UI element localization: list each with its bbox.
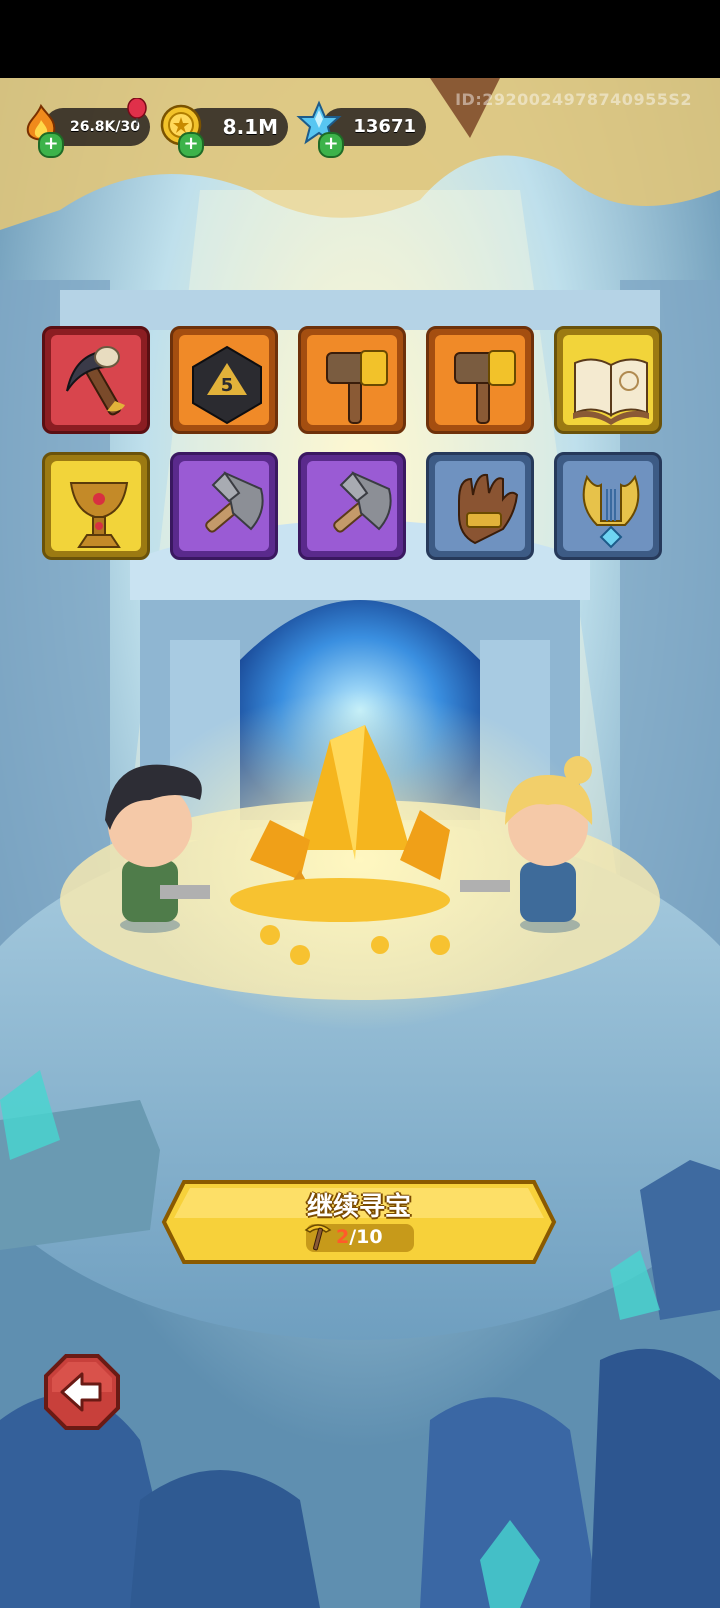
reward-item[interactable] <box>42 452 150 560</box>
leather-glove-icon <box>458 473 519 545</box>
pickaxe-count-total: /10 <box>349 1226 383 1248</box>
gold-value: 8.1M <box>222 115 278 139</box>
jeweled-chalice-icon <box>69 482 129 548</box>
d20-dice-icon: 5 <box>192 345 262 425</box>
pickaxe-counter: 2/10 <box>304 1224 414 1252</box>
pickaxe-count: 2/10 <box>336 1226 383 1248</box>
bone-scythe-icon <box>66 346 125 416</box>
add-gems-icon[interactable]: + <box>318 132 344 158</box>
reward-item[interactable] <box>298 326 406 434</box>
reward-item[interactable] <box>42 326 150 434</box>
status-bar <box>0 0 720 78</box>
reward-item[interactable] <box>554 452 662 560</box>
add-gold-icon[interactable]: + <box>178 132 204 158</box>
war-hammer-icon <box>326 350 388 424</box>
war-hammer-icon <box>454 350 516 424</box>
battle-axe-icon <box>205 471 264 533</box>
add-energy-icon[interactable]: + <box>38 132 64 158</box>
golden-lyre-icon <box>582 474 640 549</box>
game-screen: 26.8K/30 + 8.1M + 13671 + ID:29200249787… <box>0 0 720 1608</box>
reward-item[interactable] <box>170 452 278 560</box>
spellbook-icon <box>573 358 649 425</box>
balloon-icon <box>127 98 147 126</box>
pickaxe-count-current: 2 <box>336 1226 350 1248</box>
back-button[interactable] <box>42 1352 122 1432</box>
svg-text:5: 5 <box>221 375 234 396</box>
reward-item[interactable] <box>298 452 406 560</box>
continue-treasure-hunt-label: 继续寻宝 <box>306 1192 411 1222</box>
golden-pickaxe-icon <box>304 1224 332 1251</box>
reward-item[interactable] <box>426 326 534 434</box>
continue-treasure-hunt-button[interactable]: 继续寻宝 2/10 <box>160 1178 558 1266</box>
user-id: ID:2920024978740955S2 <box>455 90 692 109</box>
reward-item[interactable] <box>554 326 662 434</box>
reward-item[interactable]: 5 <box>170 326 278 434</box>
reward-item[interactable] <box>426 452 534 560</box>
gems-value: 13671 <box>353 116 416 137</box>
battle-axe-icon <box>333 471 392 533</box>
